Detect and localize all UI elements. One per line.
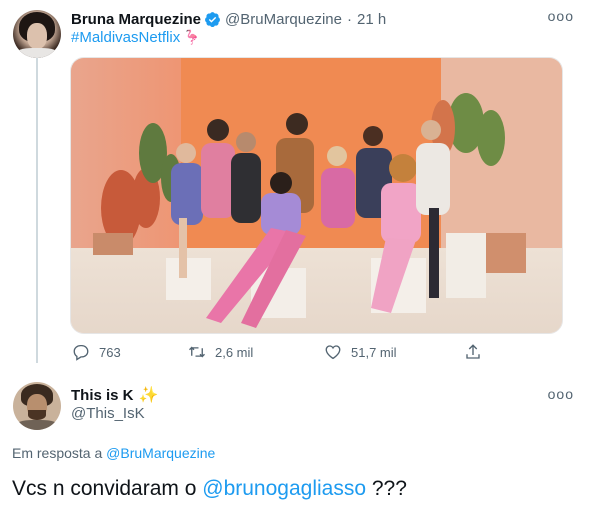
reply-author-name[interactable]: This is K (71, 387, 134, 404)
reply-avatar[interactable] (13, 382, 61, 430)
reply-count: 763 (99, 344, 121, 360)
hashtag-link[interactable]: #MaldivasNetflix (71, 29, 180, 46)
reply-tweet[interactable]: This is K ✨ @This_IsK ooo Em resposta a … (0, 372, 600, 514)
author-name[interactable]: Bruna Marquezine (71, 11, 201, 28)
replying-to-mention[interactable]: @BruMarquezine (106, 445, 215, 461)
separator-dot: · (346, 10, 352, 28)
tweet-text: #MaldivasNetflix 🦩 (71, 29, 201, 46)
tweet-actions: 763 2,6 mil 51,7 mil (70, 343, 490, 363)
reply-button[interactable]: 763 (72, 343, 121, 361)
timestamp[interactable]: 21 h (357, 11, 386, 28)
replying-to-line: Em resposta a @BruMarquezine (12, 445, 215, 461)
tweet[interactable]: Bruna Marquezine @BruMarquezine · 21 h #… (0, 0, 600, 372)
heart-icon (325, 345, 341, 360)
share-icon (466, 344, 480, 359)
reply-text-before: Vcs n convidaram o (12, 477, 197, 500)
like-button[interactable]: 51,7 mil (324, 343, 397, 361)
replying-prefix: Em resposta a (12, 445, 103, 461)
reply-mention-link[interactable]: @brunogagliasso (202, 477, 366, 500)
flamingo-emoji: 🦩 (183, 29, 201, 45)
retweet-icon (189, 346, 205, 358)
tweet-photo[interactable] (70, 57, 563, 334)
reply-text: Vcs n convidaram o @brunogagliasso ??? (12, 477, 407, 501)
reply-icon (73, 344, 89, 361)
author-handle[interactable]: @BruMarquezine (225, 11, 342, 28)
retweet-button[interactable]: 2,6 mil (188, 343, 253, 361)
verified-badge-icon (205, 11, 220, 27)
reply-author: This is K ✨ (71, 385, 158, 405)
retweet-count: 2,6 mil (215, 344, 254, 360)
sparkles-emoji: ✨ (138, 387, 159, 404)
like-count: 51,7 mil (351, 344, 397, 360)
reply-more-options-button[interactable]: ooo (548, 386, 574, 402)
reply-text-after: ??? (371, 477, 407, 500)
more-options-button[interactable]: ooo (548, 8, 574, 24)
avatar[interactable] (13, 10, 61, 58)
reply-author-handle[interactable]: @This_IsK (71, 405, 145, 422)
tweet-header: Bruna Marquezine @BruMarquezine · 21 h (71, 9, 386, 29)
share-button[interactable] (464, 343, 482, 361)
